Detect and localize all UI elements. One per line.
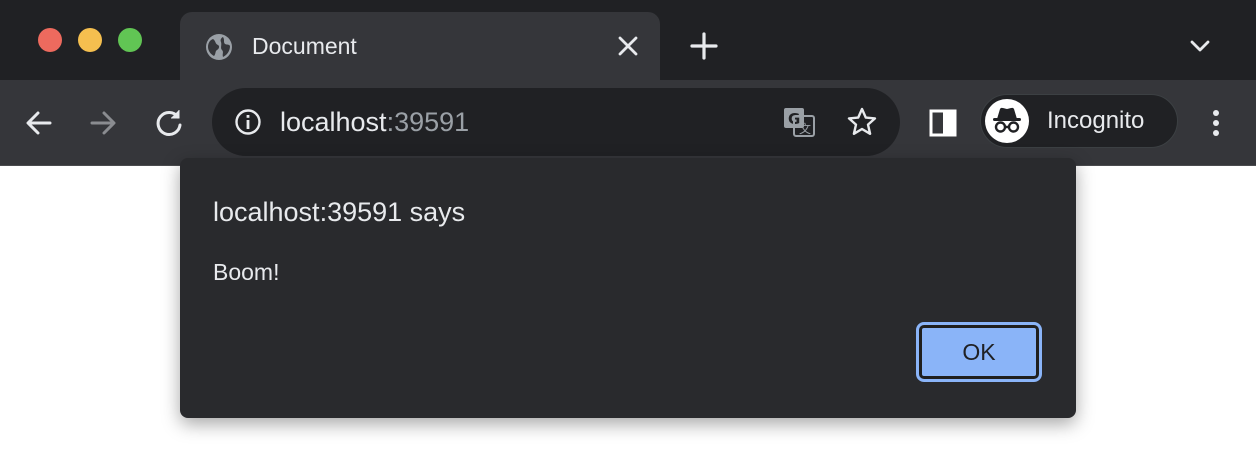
- chevron-down-icon[interactable]: [1186, 34, 1214, 58]
- tab-document[interactable]: Document: [180, 12, 660, 80]
- incognito-icon: [985, 99, 1029, 143]
- close-window-button[interactable]: [38, 28, 62, 52]
- address-bar[interactable]: localhost:39591 G 文: [212, 88, 900, 156]
- alert-dialog: localhost:39591 says Boom! OK: [180, 158, 1076, 418]
- plus-icon[interactable]: [688, 30, 720, 62]
- star-icon[interactable]: [846, 106, 878, 138]
- tab-title: Document: [252, 33, 357, 59]
- incognito-profile-button[interactable]: Incognito: [980, 94, 1178, 148]
- toolbar: localhost:39591 G 文 Incognito: [0, 80, 1256, 166]
- title-bar: Document: [0, 0, 1256, 80]
- close-icon[interactable]: [616, 34, 640, 58]
- info-icon[interactable]: [234, 108, 262, 136]
- dialog-message: Boom!: [213, 259, 280, 285]
- maximize-window-button[interactable]: [118, 28, 142, 52]
- url-text[interactable]: localhost:39591: [280, 106, 469, 138]
- globe-icon: [206, 34, 232, 60]
- menu-icon[interactable]: [1204, 106, 1228, 140]
- forward-icon[interactable]: [86, 106, 120, 140]
- url-host: localhost: [280, 107, 387, 137]
- svg-text:文: 文: [799, 121, 811, 136]
- side-panel-icon[interactable]: [928, 108, 958, 138]
- reload-icon[interactable]: [152, 106, 186, 140]
- minimize-window-button[interactable]: [78, 28, 102, 52]
- translate-icon[interactable]: G 文: [782, 106, 816, 138]
- ok-button[interactable]: OK: [916, 322, 1042, 382]
- url-port: :39591: [386, 107, 470, 137]
- dialog-title: localhost:39591 says: [213, 197, 466, 227]
- back-icon[interactable]: [22, 106, 56, 140]
- profile-label: Incognito: [1047, 107, 1145, 134]
